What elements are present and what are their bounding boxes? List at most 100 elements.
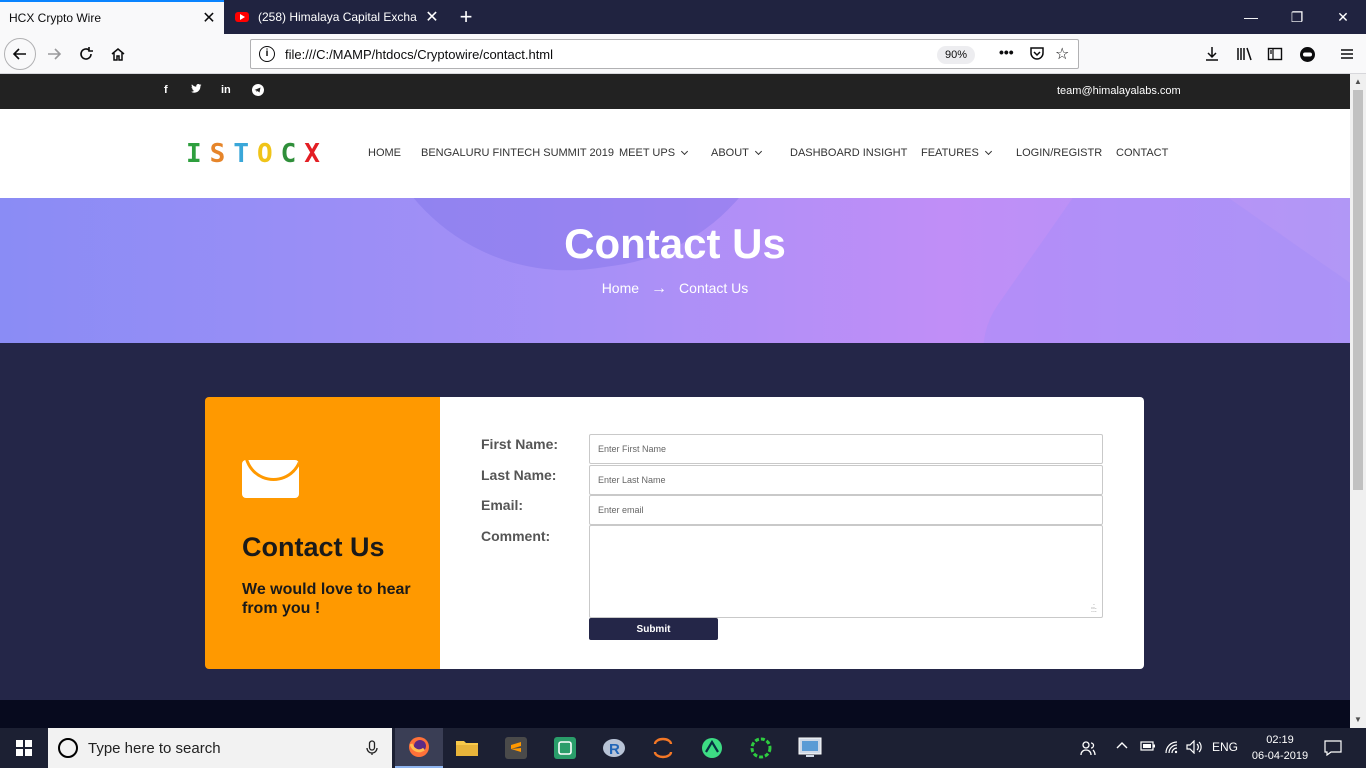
last-name-input[interactable]: [589, 465, 1103, 495]
reload-button[interactable]: [70, 38, 102, 70]
nav-dashboard-insight[interactable]: DASHBOARD INSIGHT: [790, 147, 907, 159]
r-icon[interactable]: R: [590, 728, 638, 768]
taskbar-search[interactable]: Type here to search: [48, 728, 392, 768]
library-icon[interactable]: [1236, 46, 1254, 66]
envelope-icon: [242, 460, 299, 498]
new-tab-button[interactable]: +: [452, 3, 480, 31]
minimize-button[interactable]: —: [1228, 0, 1274, 34]
home-icon: [111, 48, 125, 61]
hamburger-menu-icon[interactable]: [1339, 46, 1355, 66]
contact-info-panel: Contact Us We would love to hear from yo…: [205, 397, 440, 669]
page-scrollbar[interactable]: ▲ ▼: [1350, 74, 1366, 728]
twitter-icon[interactable]: [191, 84, 202, 97]
first-name-input[interactable]: [589, 434, 1103, 464]
breadcrumb-current: Contact Us: [679, 280, 749, 296]
nav-home[interactable]: HOME: [368, 147, 401, 159]
bookmark-star-icon[interactable]: ☆: [1055, 44, 1069, 64]
language-indicator[interactable]: ENG: [1212, 740, 1238, 754]
close-tab-icon[interactable]: ✕: [194, 8, 224, 28]
tab-himalaya-capital-exchange[interactable]: (258) Himalaya Capital Exchange ✕: [225, 0, 447, 34]
linkedin-icon[interactable]: in: [221, 84, 231, 96]
resize-grip-icon[interactable]: .::::: [1091, 603, 1100, 614]
logo-letter: I: [186, 139, 210, 169]
close-tab-icon[interactable]: ✕: [417, 7, 447, 27]
wifi-icon[interactable]: [1164, 740, 1180, 757]
nav-label: MEET UPS: [619, 147, 676, 159]
windows-logo-icon: [16, 740, 32, 756]
submit-button[interactable]: Submit: [589, 618, 718, 640]
breadcrumb-home-link[interactable]: Home: [602, 280, 639, 296]
chevron-down-icon: [754, 147, 762, 156]
navigation-toolbar: i file:///C:/MAMP/htdocs/Cryptowire/cont…: [0, 34, 1366, 74]
scroll-up-icon[interactable]: ▲: [1350, 74, 1366, 90]
last-name-label: Last Name:: [481, 467, 557, 483]
store-icon[interactable]: [541, 728, 589, 768]
nav-label: ABOUT: [711, 147, 749, 159]
web-page: f in team@himalayalabs.com ISTOCX HOME B…: [0, 74, 1350, 728]
cortana-icon: [58, 738, 78, 758]
contact-email[interactable]: team@himalayalabs.com: [1057, 85, 1181, 97]
page-banner: Contact Us Home → Contact Us: [0, 198, 1350, 343]
contact-panel-subtitle: We would love to hear from you !: [242, 581, 411, 617]
scroll-down-icon[interactable]: ▼: [1350, 712, 1366, 728]
logo-letter: X: [304, 139, 328, 169]
volume-icon[interactable]: [1186, 739, 1204, 757]
tab-title: HCX Crypto Wire: [9, 11, 102, 25]
sidebar-icon[interactable]: [1267, 46, 1283, 66]
telegram-icon[interactable]: [252, 84, 264, 99]
site-info-icon[interactable]: i: [259, 46, 275, 62]
chevron-down-icon: [680, 147, 689, 156]
logo-letter: S: [209, 139, 234, 169]
logo-letter: T: [233, 139, 257, 169]
page-actions-icon[interactable]: •••: [999, 44, 1014, 60]
account-icon[interactable]: [1299, 46, 1316, 67]
home-button[interactable]: [102, 38, 134, 70]
downloads-icon[interactable]: [1204, 46, 1220, 66]
nav-meet-ups[interactable]: MEET UPS: [619, 147, 689, 159]
nav-about[interactable]: ABOUT: [711, 147, 762, 159]
sublime-text-icon[interactable]: [492, 728, 540, 768]
facebook-icon[interactable]: f: [164, 84, 168, 96]
chevron-down-icon: [984, 147, 992, 156]
people-icon[interactable]: [1080, 740, 1096, 759]
zoom-level[interactable]: 90%: [937, 46, 975, 64]
start-button[interactable]: [0, 728, 48, 768]
chevron-up-icon[interactable]: [1116, 740, 1128, 755]
logo-letter: C: [280, 139, 305, 169]
forward-button[interactable]: [38, 38, 70, 70]
clock-date: 06-04-2019: [1251, 750, 1309, 762]
scrollbar-thumb[interactable]: [1353, 90, 1363, 490]
arrow-right-icon: [48, 48, 62, 60]
istocx-logo[interactable]: ISTOCX: [186, 139, 328, 169]
email-input[interactable]: [589, 495, 1103, 525]
close-window-button[interactable]: ✕: [1320, 0, 1366, 34]
system-clock[interactable]: 02:19 06-04-2019: [1250, 732, 1310, 764]
nav-login-register[interactable]: LOGIN/REGISTR: [1016, 147, 1102, 159]
address-bar[interactable]: i file:///C:/MAMP/htdocs/Cryptowire/cont…: [250, 39, 1079, 69]
back-button[interactable]: [4, 38, 36, 70]
youtube-icon: [235, 12, 249, 22]
loading-ring-icon[interactable]: [737, 728, 785, 768]
page-title: Contact Us: [564, 220, 786, 267]
tab-title: (258) Himalaya Capital Exchange: [258, 10, 417, 24]
first-name-label: First Name:: [481, 436, 559, 452]
tab-hcx-crypto-wire[interactable]: HCX Crypto Wire ✕: [0, 0, 224, 34]
pocket-icon[interactable]: [1029, 45, 1045, 64]
nav-contact[interactable]: CONTACT: [1116, 147, 1168, 159]
footer: [0, 700, 1350, 728]
restore-button[interactable]: ❐: [1274, 0, 1320, 34]
windows-taskbar: Type here to search R ENG 02:19 06-04-20…: [0, 728, 1366, 768]
android-studio-icon[interactable]: [688, 728, 736, 768]
microphone-icon[interactable]: [366, 740, 378, 760]
notifications-icon[interactable]: [1324, 740, 1342, 759]
file-explorer-icon[interactable]: [443, 728, 491, 768]
remote-desktop-icon[interactable]: [786, 728, 834, 768]
battery-icon[interactable]: [1140, 740, 1156, 755]
nav-features[interactable]: FEATURES: [921, 147, 992, 159]
url-text[interactable]: file:///C:/MAMP/htdocs/Cryptowire/contac…: [285, 47, 553, 62]
firefox-icon[interactable]: [395, 728, 443, 768]
jupyter-icon[interactable]: [639, 728, 687, 768]
nav-bengaluru-fintech-summit[interactable]: BENGALURU FINTECH SUMMIT 2019: [421, 147, 614, 159]
comment-textarea[interactable]: [589, 525, 1103, 618]
email-label: Email:: [481, 497, 524, 513]
